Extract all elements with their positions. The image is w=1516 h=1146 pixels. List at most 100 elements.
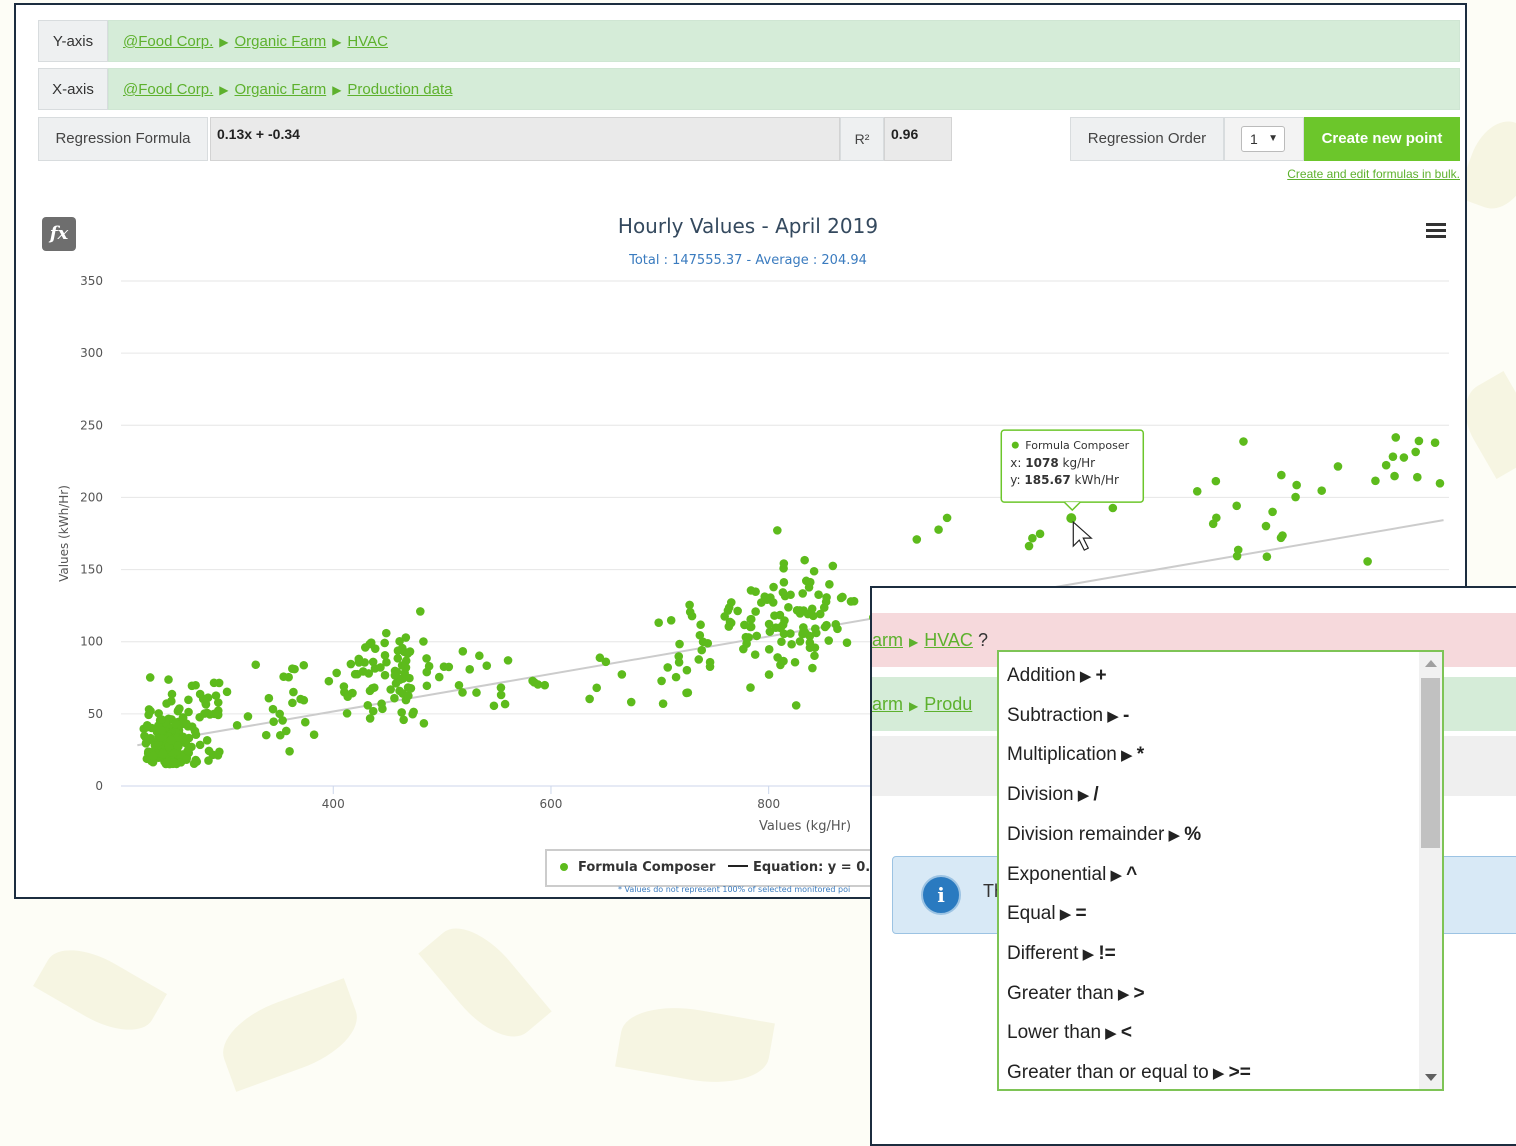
background-leaf bbox=[212, 978, 368, 1092]
data-point bbox=[626, 697, 636, 707]
data-point bbox=[934, 525, 943, 534]
operator-item[interactable]: Division remainder ▶ % bbox=[1007, 818, 1201, 852]
x-tick-label: 600 bbox=[540, 797, 563, 811]
data-point bbox=[496, 683, 506, 692]
overlay-crumb-point[interactable]: Produ bbox=[924, 694, 972, 714]
data-point bbox=[810, 624, 820, 633]
operator-symbol: >= bbox=[1228, 1062, 1251, 1083]
tooltip-x-label: x: bbox=[1010, 456, 1021, 470]
data-point bbox=[585, 694, 594, 704]
data-point bbox=[399, 715, 408, 725]
scroll-up-icon[interactable] bbox=[1425, 660, 1437, 667]
data-point bbox=[740, 620, 749, 630]
data-point bbox=[773, 526, 782, 535]
data-point bbox=[380, 651, 390, 660]
operator-item[interactable]: Equal ▶ = bbox=[1007, 897, 1087, 931]
data-point bbox=[390, 671, 400, 680]
data-point bbox=[288, 698, 297, 708]
arrow-right-icon: ▶ bbox=[1055, 906, 1076, 924]
operator-item[interactable]: Lower than ▶ < bbox=[1007, 1016, 1132, 1050]
data-point bbox=[346, 659, 356, 669]
tooltip-series-name: Formula Composer bbox=[1025, 439, 1129, 452]
overlay-crumb-site[interactable]: arm bbox=[872, 630, 903, 650]
data-point bbox=[500, 699, 510, 709]
data-point bbox=[475, 651, 484, 661]
data-point bbox=[166, 735, 176, 745]
scroll-down-icon[interactable] bbox=[1425, 1074, 1437, 1081]
data-point bbox=[393, 654, 403, 663]
data-point bbox=[778, 620, 788, 630]
arrow-right-icon: ▶ bbox=[1106, 866, 1127, 884]
data-point bbox=[746, 683, 755, 692]
data-point bbox=[751, 607, 760, 616]
data-point bbox=[795, 607, 805, 617]
data-point bbox=[182, 755, 191, 764]
operator-item[interactable]: Subtraction ▶ - bbox=[1007, 699, 1129, 733]
data-point bbox=[1268, 507, 1277, 517]
operator-item[interactable]: Greater than ▶ > bbox=[1007, 977, 1145, 1011]
data-point bbox=[175, 704, 184, 713]
data-point bbox=[404, 691, 413, 701]
data-point bbox=[1261, 521, 1271, 531]
data-point bbox=[210, 709, 219, 719]
operator-item[interactable]: Different ▶ != bbox=[1007, 937, 1116, 971]
data-point bbox=[343, 692, 352, 701]
operator-item[interactable]: Multiplication ▶ * bbox=[1007, 738, 1144, 772]
data-point bbox=[365, 639, 375, 649]
formula-fx-icon[interactable]: fx bbox=[42, 217, 76, 251]
y-tick-label: 300 bbox=[80, 346, 103, 360]
operator-item[interactable]: Exponential ▶ ^ bbox=[1007, 858, 1137, 892]
data-point bbox=[261, 730, 271, 740]
data-point bbox=[696, 620, 705, 630]
operator-item[interactable]: Greater than or equal to ▶ >= bbox=[1007, 1056, 1251, 1089]
data-point bbox=[416, 607, 425, 616]
data-point bbox=[390, 693, 399, 703]
data-point bbox=[403, 649, 412, 659]
operator-symbol: > bbox=[1133, 982, 1145, 1004]
data-point bbox=[324, 676, 334, 686]
operator-dropdown[interactable]: Addition ▶ + Subtraction ▶ - Multiplicatio… bbox=[997, 650, 1444, 1091]
data-point bbox=[1232, 501, 1241, 511]
tooltip-x-unit: kg/Hr bbox=[1063, 456, 1096, 470]
data-point bbox=[805, 631, 815, 641]
data-point bbox=[148, 751, 158, 761]
operator-name: Division bbox=[1007, 784, 1074, 806]
data-point bbox=[203, 693, 213, 702]
data-point bbox=[145, 673, 155, 682]
y-tick-label: 100 bbox=[80, 635, 103, 649]
data-point bbox=[146, 706, 155, 716]
y-tick-label: 350 bbox=[80, 274, 103, 288]
tooltip-y-value: 185.67 bbox=[1024, 473, 1070, 487]
data-point bbox=[354, 654, 364, 664]
dropdown-scroll-thumb[interactable] bbox=[1421, 678, 1440, 848]
hamburger-menu-icon[interactable] bbox=[1426, 223, 1446, 239]
y-tick-label: 50 bbox=[88, 707, 103, 721]
operator-item[interactable]: Addition ▶ + bbox=[1007, 659, 1107, 693]
data-point bbox=[786, 590, 795, 600]
data-point bbox=[1317, 486, 1327, 495]
data-point bbox=[365, 714, 375, 723]
data-point bbox=[790, 657, 800, 667]
data-point bbox=[289, 687, 298, 697]
data-point bbox=[232, 720, 242, 730]
data-point bbox=[705, 657, 715, 667]
data-point bbox=[1333, 462, 1343, 471]
data-point bbox=[654, 618, 663, 627]
data-point bbox=[752, 631, 762, 641]
data-point bbox=[1211, 476, 1221, 486]
data-point bbox=[142, 720, 152, 730]
data-point bbox=[687, 611, 697, 621]
data-point bbox=[422, 681, 432, 691]
tooltip-pointer bbox=[1063, 501, 1081, 512]
overlay-crumb-site[interactable]: arm bbox=[872, 694, 903, 714]
operator-item[interactable]: Division ▶ / bbox=[1007, 778, 1099, 812]
overlay-crumb-point[interactable]: HVAC bbox=[924, 630, 973, 650]
data-point bbox=[380, 638, 389, 648]
data-point bbox=[744, 633, 753, 642]
overlay-question-mark: ? bbox=[977, 630, 988, 650]
y-tick-label: 150 bbox=[80, 563, 103, 577]
data-point bbox=[397, 708, 406, 717]
data-point bbox=[825, 579, 834, 589]
data-point bbox=[540, 680, 550, 690]
data-point bbox=[746, 586, 756, 595]
